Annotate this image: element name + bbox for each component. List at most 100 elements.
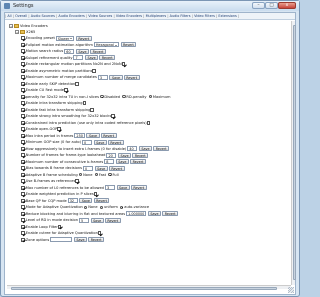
enable-checkbox[interactable] xyxy=(21,62,25,66)
revert-button[interactable]: Revert xyxy=(99,55,116,61)
value-input[interactable]: 32 xyxy=(67,198,78,204)
value-checkbox[interactable] xyxy=(93,192,98,196)
enable-checkbox[interactable] xyxy=(21,237,25,242)
enable-checkbox[interactable] xyxy=(21,153,25,157)
enable-checkbox[interactable] xyxy=(21,159,25,164)
value-checkbox[interactable] xyxy=(75,179,79,183)
revert-button[interactable]: Revert xyxy=(104,217,121,223)
collapse-toggle-icon[interactable]: − xyxy=(15,30,19,34)
enable-checkbox[interactable] xyxy=(21,133,25,138)
value-checkbox[interactable] xyxy=(57,224,62,229)
save-button[interactable]: Save xyxy=(138,146,153,152)
value-checkbox[interactable] xyxy=(57,127,61,131)
vertical-scrollbar[interactable] xyxy=(291,21,296,285)
save-button[interactable]: Save xyxy=(86,133,100,139)
save-button[interactable]: Save xyxy=(116,185,130,191)
enable-checkbox[interactable] xyxy=(21,198,25,203)
tab-video-encoders[interactable]: Video Encoders xyxy=(115,13,144,19)
value-checkbox[interactable] xyxy=(64,88,68,92)
revert-button[interactable]: Revert xyxy=(123,74,140,80)
radio-maximum[interactable] xyxy=(148,95,153,99)
me-algorithm-select[interactable]: Hexagonal xyxy=(93,42,119,48)
value-input[interactable]: 3 xyxy=(104,185,115,191)
value-checkbox[interactable] xyxy=(121,62,126,66)
tab-overall[interactable]: Overall xyxy=(14,13,29,19)
value-input[interactable] xyxy=(50,237,73,243)
save-button[interactable]: Save xyxy=(90,217,104,223)
resize-grip-icon[interactable] xyxy=(288,287,294,293)
revert-button[interactable]: Revert xyxy=(120,42,137,48)
tab-video-filters[interactable]: Video Filters xyxy=(193,13,216,19)
revert-button[interactable]: Revert xyxy=(88,237,104,243)
value-input[interactable]: 0 xyxy=(82,139,93,145)
save-button[interactable]: Save xyxy=(85,55,99,61)
revert-button[interactable]: Revert xyxy=(100,133,117,139)
enable-checkbox[interactable] xyxy=(21,36,25,40)
enable-checkbox[interactable] xyxy=(21,49,25,53)
enable-checkbox[interactable] xyxy=(21,140,25,144)
enable-checkbox[interactable] xyxy=(21,68,25,73)
enable-checkbox[interactable] xyxy=(21,127,25,131)
value-checkbox[interactable] xyxy=(146,120,151,125)
value-input[interactable]: 20 xyxy=(106,152,117,158)
tab-all[interactable]: All xyxy=(6,13,13,19)
radio-rd-penalty[interactable] xyxy=(122,95,126,99)
revert-button[interactable]: Revert xyxy=(132,152,149,158)
revert-button[interactable]: Revert xyxy=(93,198,110,204)
value-checkbox[interactable] xyxy=(82,101,87,105)
enable-checkbox[interactable] xyxy=(21,166,25,170)
value-input[interactable]: 3 xyxy=(97,74,108,80)
value-input[interactable]: 7 xyxy=(73,55,84,61)
revert-button[interactable]: Revert xyxy=(90,48,106,54)
save-button[interactable]: Save xyxy=(79,198,93,204)
enable-checkbox[interactable] xyxy=(21,107,25,112)
enable-checkbox[interactable] xyxy=(21,120,25,125)
value-checkbox[interactable] xyxy=(111,114,115,118)
enable-checkbox[interactable] xyxy=(21,211,25,216)
maximize-button[interactable]: □ xyxy=(265,2,278,9)
enable-checkbox[interactable] xyxy=(21,88,25,92)
enable-checkbox[interactable] xyxy=(21,146,25,151)
enable-checkbox[interactable] xyxy=(21,192,25,196)
revert-button[interactable]: Revert xyxy=(153,146,170,152)
save-button[interactable]: Save xyxy=(115,159,129,165)
collapse-toggle-icon[interactable]: − xyxy=(9,24,13,28)
value-checkbox[interactable] xyxy=(92,68,97,73)
value-input[interactable]: 60 xyxy=(64,48,75,54)
revert-button[interactable]: Revert xyxy=(130,159,146,165)
horizontal-scrollbar[interactable] xyxy=(7,285,291,290)
enable-checkbox[interactable] xyxy=(21,185,25,190)
enable-checkbox[interactable] xyxy=(21,81,25,86)
revert-button[interactable]: Revert xyxy=(108,165,125,171)
value-checkbox[interactable] xyxy=(75,81,79,86)
save-button[interactable]: Save xyxy=(73,237,87,243)
enable-checkbox[interactable] xyxy=(21,101,25,105)
tab-extensions[interactable]: Extensions xyxy=(217,13,238,19)
radio-disabled[interactable] xyxy=(100,95,104,99)
radio-fast[interactable] xyxy=(94,173,99,177)
preset-select[interactable]: Slower xyxy=(55,35,75,41)
value-checkbox[interactable] xyxy=(90,107,94,112)
value-input[interactable]: 40 xyxy=(127,146,138,152)
save-button[interactable]: Save xyxy=(93,139,107,145)
tab-audio-encoders[interactable]: Audio Encoders xyxy=(57,13,86,19)
revert-button[interactable]: Revert xyxy=(130,185,147,191)
save-button[interactable]: Save xyxy=(109,74,123,80)
enable-checkbox[interactable] xyxy=(21,224,25,229)
minimize-button[interactable]: – xyxy=(252,2,265,9)
enable-checkbox[interactable] xyxy=(21,42,25,47)
enable-checkbox[interactable] xyxy=(21,218,25,222)
radio-none[interactable] xyxy=(84,205,88,209)
revert-button[interactable]: Revert xyxy=(162,211,179,217)
enable-checkbox[interactable] xyxy=(21,172,25,177)
revert-button[interactable]: Revert xyxy=(107,139,124,145)
enable-checkbox[interactable] xyxy=(21,231,25,235)
enable-checkbox[interactable] xyxy=(21,94,25,99)
radio-uniform[interactable] xyxy=(99,205,104,209)
radio-auto-variance[interactable] xyxy=(120,205,124,209)
scrollbar-thumb[interactable] xyxy=(11,286,277,290)
scrollbar-thumb[interactable] xyxy=(292,25,296,280)
enable-checkbox[interactable] xyxy=(21,75,25,79)
title-bar[interactable]: Settings – □ x xyxy=(1,1,299,11)
save-button[interactable]: Save xyxy=(118,152,132,158)
